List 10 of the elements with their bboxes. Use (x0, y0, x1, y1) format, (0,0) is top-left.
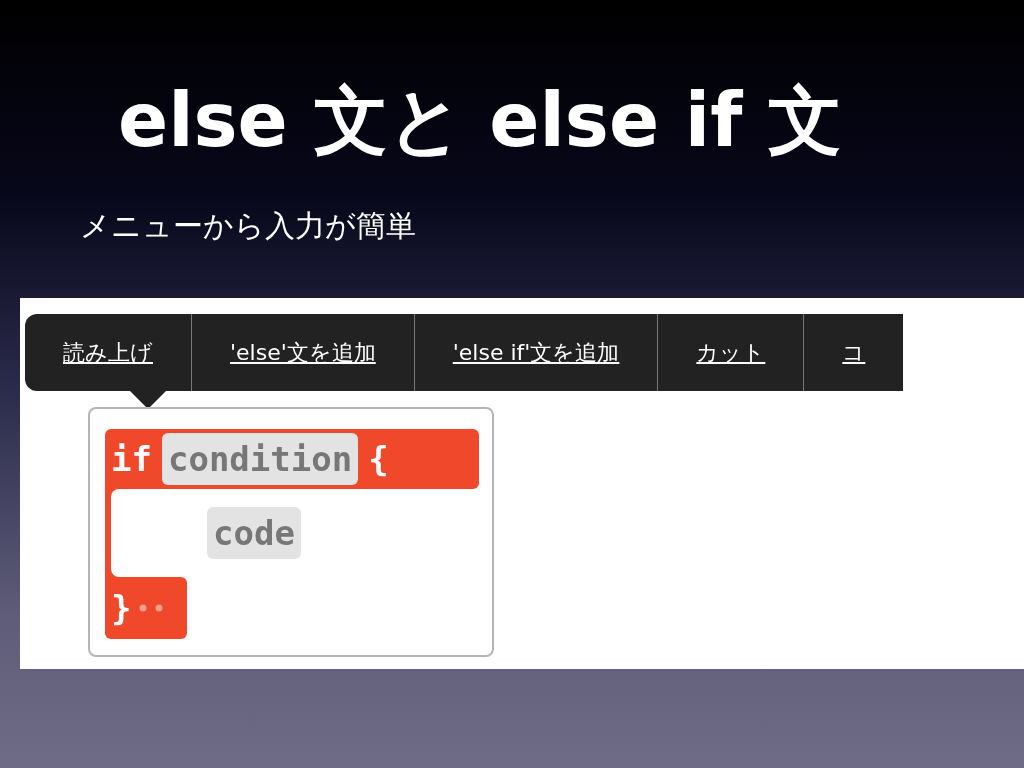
menu-item[interactable]: 'else'文を追加 (191, 314, 414, 391)
slide-title: else 文と else if 文 (118, 78, 844, 162)
open-brace: { (368, 439, 389, 479)
menu-item[interactable]: 読み上げ (25, 314, 191, 391)
menu-item[interactable]: 'else if'文を追加 (413, 314, 658, 391)
slide-subtitle: メニューから入力が簡単 (80, 207, 417, 245)
if-keyword: if (111, 439, 152, 479)
close-brace: } (111, 588, 132, 628)
menu-item[interactable]: コ (803, 314, 904, 391)
menu-item[interactable]: カット (657, 314, 804, 391)
